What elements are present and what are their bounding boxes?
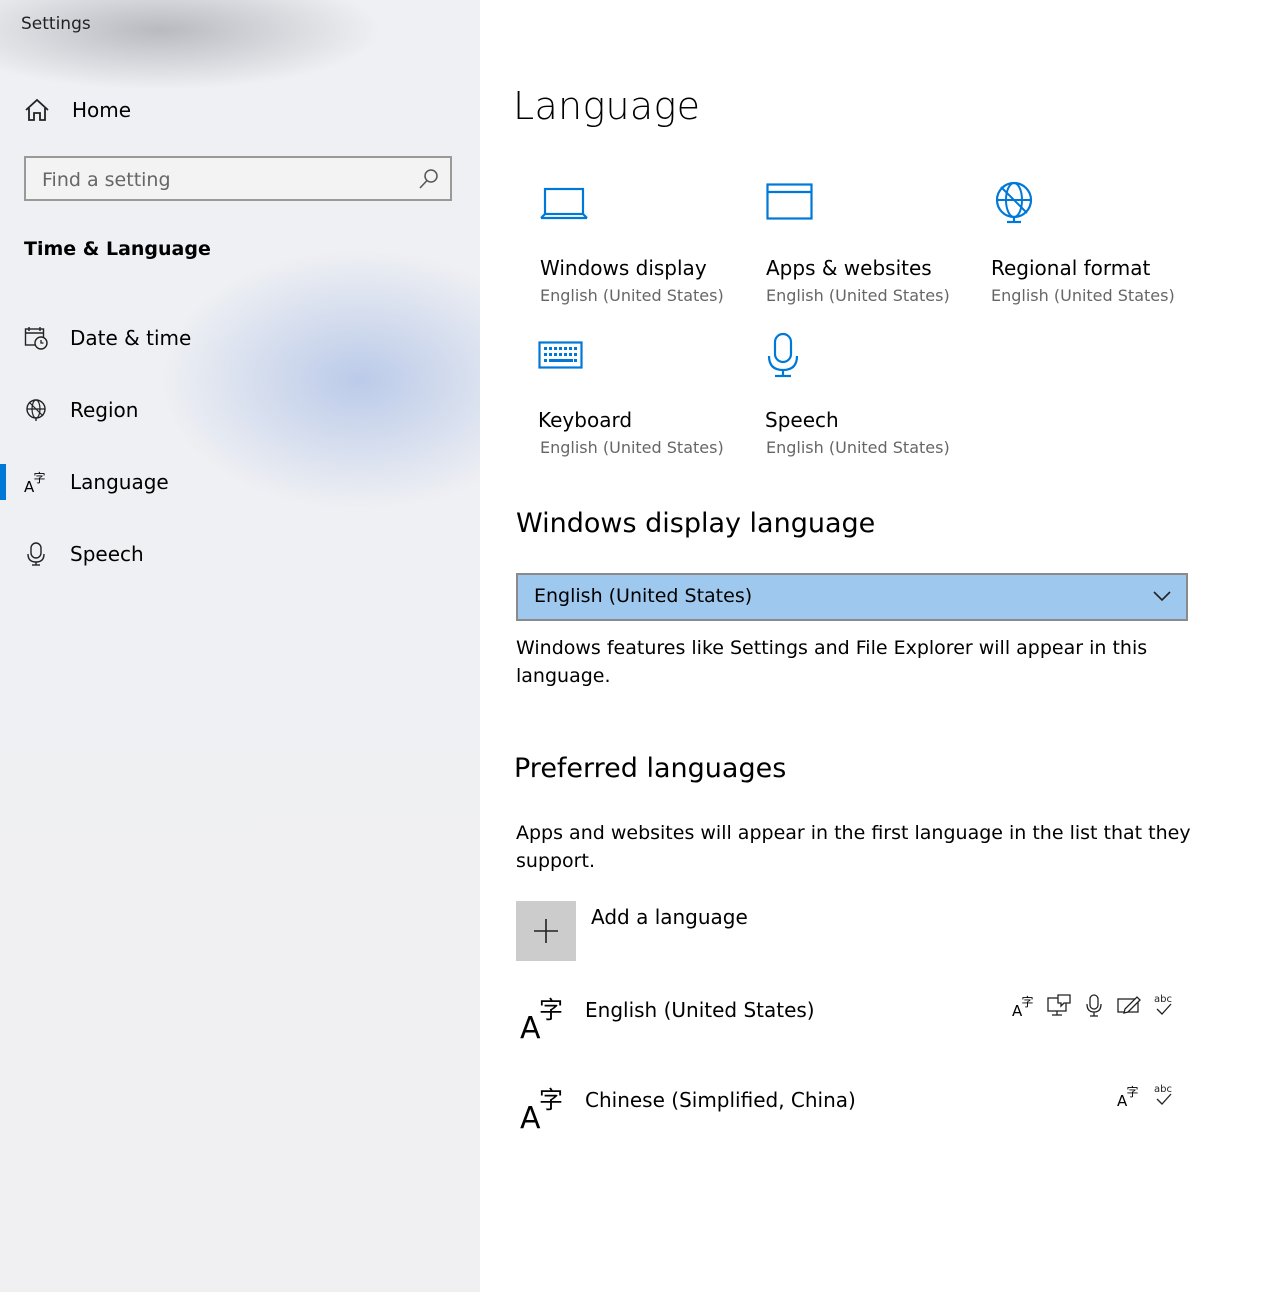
search-box[interactable]	[24, 156, 452, 201]
language-features: abc	[1001, 992, 1176, 1020]
sidebar-item-label: Speech	[70, 542, 144, 566]
sidebar-item-label: Region	[70, 398, 139, 422]
sidebar-item-date-time[interactable]: Date & time	[0, 316, 480, 360]
spelling-icon: abc	[1154, 994, 1172, 1015]
handwriting-icon	[1117, 996, 1141, 1014]
language-name: Chinese (Simplified, China)	[585, 1088, 856, 1112]
window-icon	[766, 183, 813, 220]
svg-text:abc: abc	[1154, 994, 1172, 1005]
tile-subtitle: English (United States)	[766, 438, 950, 457]
search-icon[interactable]	[418, 168, 440, 190]
home-icon	[25, 98, 49, 121]
tile-apps-websites[interactable]: Apps & websites English (United States)	[766, 183, 986, 316]
display-language-description: Windows features like Settings and File …	[516, 637, 1148, 687]
language-pack-icon	[1012, 992, 1036, 1020]
svg-text:abc: abc	[1154, 1084, 1172, 1095]
language-list-item[interactable]: Chinese (Simplified, China) abc	[516, 1082, 1176, 1142]
sidebar: Settings Home Time & Language Date & tim…	[0, 0, 480, 1292]
sidebar-item-label: Language	[70, 470, 169, 494]
calendar-clock-icon	[24, 327, 48, 350]
tile-subtitle: English (United States)	[540, 438, 724, 457]
language-icon	[24, 470, 48, 494]
sidebar-item-speech[interactable]: Speech	[0, 532, 480, 576]
page-title: Language	[513, 84, 701, 128]
chevron-down-icon	[1153, 591, 1171, 602]
home-nav-item[interactable]: Home	[24, 94, 131, 126]
tile-title: Speech	[765, 408, 839, 432]
microphone-icon	[767, 332, 799, 378]
tile-subtitle: English (United States)	[991, 286, 1175, 305]
display-language-heading: Windows display language	[516, 508, 876, 539]
tile-title: Windows display	[540, 256, 707, 280]
spelling-icon: abc	[1154, 1084, 1172, 1105]
app-title: Settings	[21, 14, 91, 34]
section-title: Time & Language	[24, 238, 211, 260]
dropdown-value: English (United States)	[534, 585, 753, 607]
display-language-dropdown[interactable]: English (United States)	[516, 573, 1188, 621]
tile-keyboard[interactable]: Keyboard English (United States)	[538, 338, 758, 468]
main-content: Language Windows display English (United…	[480, 0, 1279, 1292]
tile-windows-display[interactable]: Windows display English (United States)	[540, 186, 760, 316]
globe-icon	[26, 399, 46, 421]
tile-title: Keyboard	[538, 408, 633, 432]
sidebar-item-language[interactable]: Language	[0, 460, 480, 504]
language-name: English (United States)	[585, 998, 815, 1022]
sidebar-item-label: Date & time	[70, 326, 192, 350]
search-input[interactable]	[26, 158, 414, 201]
active-indicator	[0, 464, 6, 500]
add-language-tile[interactable]	[516, 901, 576, 961]
language-features: abc	[1106, 1082, 1176, 1110]
add-language-label: Add a language	[591, 905, 748, 929]
home-label: Home	[72, 98, 132, 122]
tile-speech[interactable]: Speech English (United States)	[765, 332, 985, 468]
keyboard-icon	[538, 341, 583, 369]
plus-icon	[534, 919, 558, 943]
tile-subtitle: English (United States)	[766, 286, 950, 305]
display-icon	[1047, 994, 1071, 1016]
language-list-item[interactable]: English (United States) abc	[516, 992, 1176, 1052]
language-icon	[520, 1082, 568, 1134]
tile-regional-format[interactable]: Regional format English (United States)	[991, 181, 1211, 316]
tile-subtitle: English (United States)	[540, 286, 724, 305]
add-language-button[interactable]: Add a language	[516, 901, 748, 961]
microphone-icon	[27, 542, 45, 566]
globe-icon	[995, 181, 1033, 224]
language-icon	[520, 992, 568, 1044]
sidebar-item-region[interactable]: Region	[0, 388, 480, 432]
preferred-languages-heading: Preferred languages	[514, 753, 787, 784]
speech-icon	[1086, 994, 1102, 1017]
tile-title: Apps & websites	[766, 256, 932, 280]
language-pack-icon	[1117, 1082, 1141, 1110]
tile-title: Regional format	[991, 256, 1151, 280]
laptop-icon	[540, 187, 588, 220]
preferred-languages-description: Apps and websites will appear in the fir…	[516, 822, 1191, 872]
